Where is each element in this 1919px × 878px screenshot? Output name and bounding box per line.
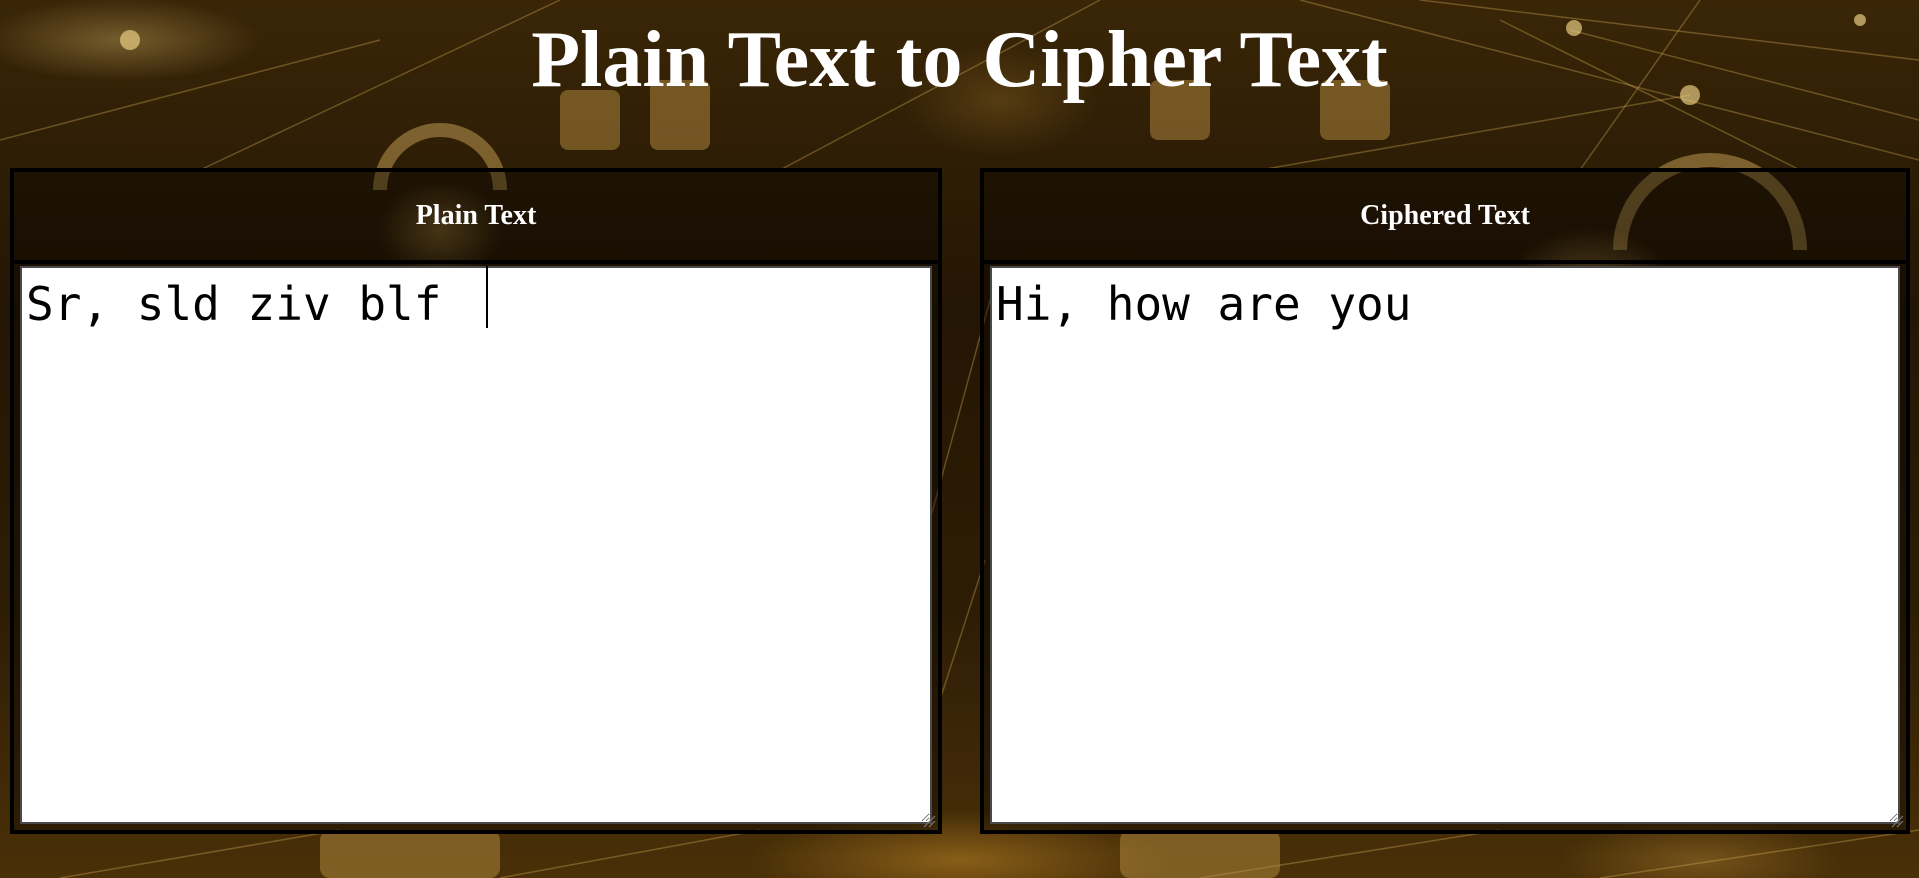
plain-text-panel: Plain Text Sr, sld ziv blf — [10, 168, 942, 834]
resize-grip-icon[interactable] — [1890, 814, 1904, 828]
text-caret — [486, 266, 488, 328]
ciphered-text-header: Ciphered Text — [984, 172, 1906, 264]
resize-grip-icon[interactable] — [922, 814, 936, 828]
plain-text-header: Plain Text — [14, 172, 938, 264]
ciphered-text-output[interactable]: Hi, how are you — [990, 266, 1900, 824]
ciphered-text-panel: Ciphered Text Hi, how are you — [980, 168, 1910, 834]
page-title: Plain Text to Cipher Text — [531, 16, 1388, 104]
plain-text-input[interactable]: Sr, sld ziv blf — [20, 266, 932, 824]
